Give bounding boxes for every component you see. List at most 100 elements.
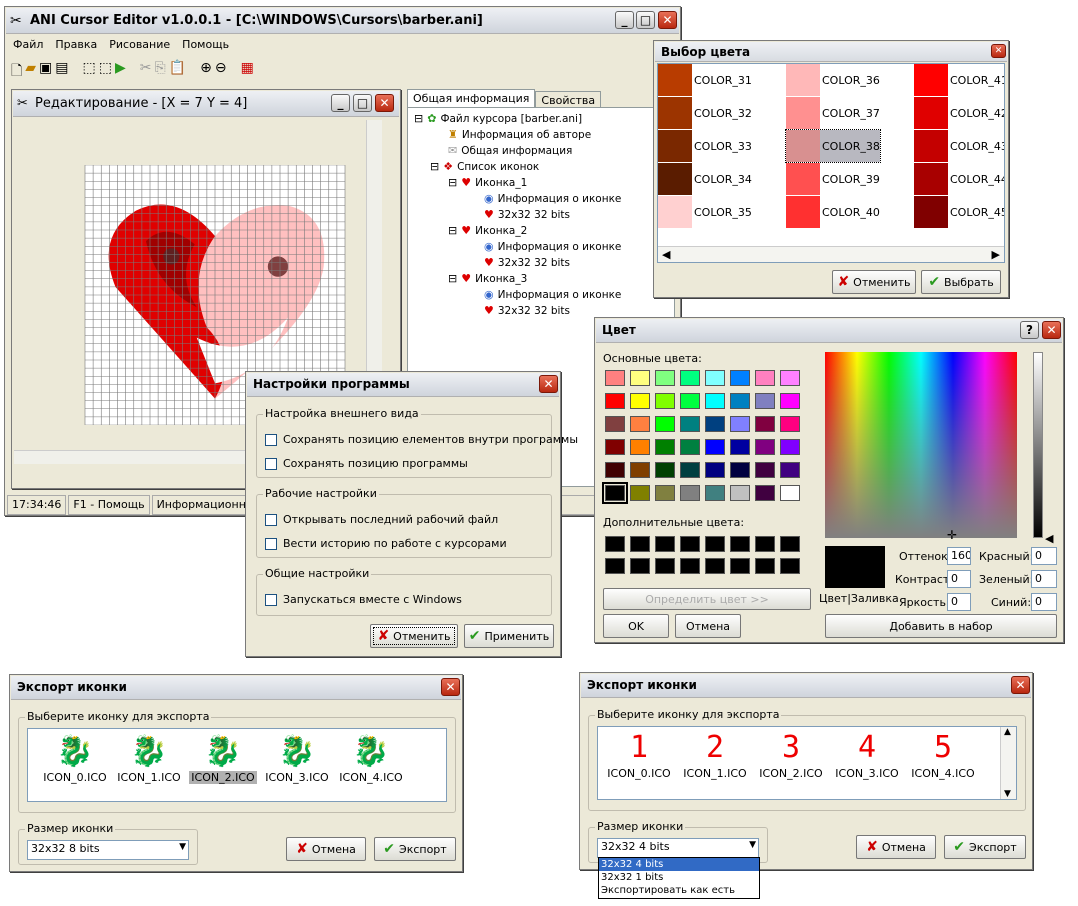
custom-color-swatch[interactable] bbox=[630, 536, 650, 552]
custom-color-swatch[interactable] bbox=[755, 558, 775, 574]
chevron-down-icon[interactable]: ▼ bbox=[179, 842, 186, 852]
basic-color-swatch[interactable] bbox=[705, 416, 725, 432]
custom-color-swatch[interactable] bbox=[755, 536, 775, 552]
export1-icon-3[interactable]: 🐉 ICON_3.ICO bbox=[260, 733, 334, 784]
green-input[interactable]: 0 bbox=[1031, 570, 1057, 588]
color-cell[interactable]: COLOR_31 bbox=[658, 64, 752, 96]
save-all-icon[interactable]: ▤ bbox=[55, 60, 68, 84]
edit-maximize-button[interactable]: □ bbox=[353, 94, 372, 112]
basic-color-swatch[interactable] bbox=[780, 393, 800, 409]
basic-color-swatch[interactable] bbox=[755, 416, 775, 432]
basic-color-swatch[interactable] bbox=[655, 393, 675, 409]
red-input[interactable]: 0 bbox=[1031, 547, 1057, 565]
custom-color-swatch[interactable] bbox=[705, 536, 725, 552]
custom-color-swatch[interactable] bbox=[780, 558, 800, 574]
color-titlebar[interactable]: Цвет ? ✕ bbox=[596, 319, 1062, 343]
export2-close-button[interactable]: ✕ bbox=[1011, 676, 1030, 694]
picker-titlebar[interactable]: Выбор цвета ✕ bbox=[655, 42, 1007, 62]
basic-color-swatch[interactable] bbox=[655, 416, 675, 432]
tree-root[interactable]: ⊟ ✿ Файл курсора [barber.ani] bbox=[414, 112, 582, 125]
new-file-icon[interactable]: 🗋 bbox=[11, 60, 22, 84]
basic-color-swatch[interactable] bbox=[630, 439, 650, 455]
tree-icon-2[interactable]: ⊟ ♥ Иконка_2 bbox=[448, 224, 527, 237]
checkbox-box[interactable] bbox=[265, 593, 277, 606]
lum-input[interactable]: 0 bbox=[947, 593, 971, 611]
basic-color-swatch[interactable] bbox=[680, 485, 700, 501]
settings-close-button[interactable]: ✕ bbox=[539, 375, 558, 393]
basic-color-swatch[interactable] bbox=[780, 485, 800, 501]
minimize-button[interactable]: _ bbox=[615, 11, 634, 29]
export2-icon-3[interactable]: 4 ICON_3.ICO bbox=[830, 729, 904, 780]
basic-color-swatch[interactable] bbox=[630, 416, 650, 432]
color-cell[interactable]: COLOR_45 bbox=[914, 196, 1004, 228]
basic-color-swatch[interactable] bbox=[730, 485, 750, 501]
export1-icon-0[interactable]: 🐉 ICON_0.ICO bbox=[38, 733, 112, 784]
basic-color-swatch[interactable] bbox=[655, 462, 675, 478]
basic-color-swatch[interactable] bbox=[730, 416, 750, 432]
export2-vscrollbar[interactable]: ▲ ▼ bbox=[1000, 727, 1016, 799]
custom-color-swatch[interactable] bbox=[705, 558, 725, 574]
zoom-in-icon[interactable]: ⊕ bbox=[200, 60, 212, 84]
settings-cancel-button[interactable]: ✘ Отменить bbox=[370, 624, 458, 648]
add-to-custom-button[interactable]: Добавить в набор bbox=[825, 614, 1057, 638]
save-elements-position-checkbox[interactable]: Сохранять позицию елементов внутри прогр… bbox=[265, 433, 578, 446]
picker-close-button[interactable]: ✕ bbox=[991, 44, 1006, 58]
dropdown-option-1bits[interactable]: 32x32 1 bits bbox=[599, 871, 759, 884]
basic-color-swatch[interactable] bbox=[755, 370, 775, 386]
color-cell[interactable]: COLOR_32 bbox=[658, 97, 752, 129]
tree-icon-1-info[interactable]: ◉ Информация о иконке bbox=[484, 192, 621, 205]
basic-color-swatch[interactable] bbox=[655, 370, 675, 386]
export1-cancel-button[interactable]: ✘ Отмена bbox=[286, 837, 366, 861]
tree-author[interactable]: ♜ Информация об авторе bbox=[448, 128, 591, 141]
tree-icon-3-bits[interactable]: ♥ 32x32 32 bits bbox=[484, 304, 570, 317]
collapse-icon[interactable]: ⊟ bbox=[448, 272, 457, 285]
paste-icon[interactable]: 📋 bbox=[169, 60, 186, 84]
custom-color-swatch[interactable] bbox=[655, 558, 675, 574]
menu-edit[interactable]: Правка bbox=[55, 38, 97, 51]
tree-icon-3-info[interactable]: ◉ Информация о иконке bbox=[484, 288, 621, 301]
dropdown-option-as-is[interactable]: Экспортировать как есть bbox=[599, 884, 759, 897]
tree-icon-1-bits[interactable]: ♥ 32x32 32 bits bbox=[484, 208, 570, 221]
basic-color-swatch[interactable] bbox=[780, 462, 800, 478]
basic-color-swatch[interactable] bbox=[630, 462, 650, 478]
settings-titlebar[interactable]: Настройки программы ✕ bbox=[247, 373, 559, 397]
open-last-file-checkbox[interactable]: Открывать последний рабочий файл bbox=[265, 513, 498, 526]
basic-color-swatch[interactable] bbox=[605, 370, 625, 386]
basic-color-swatch[interactable] bbox=[730, 462, 750, 478]
color-cell[interactable]: COLOR_43 bbox=[914, 130, 1004, 162]
color-cell[interactable]: COLOR_33 bbox=[658, 130, 752, 162]
blue-input[interactable]: 0 bbox=[1031, 593, 1057, 611]
sat-input[interactable]: 0 bbox=[947, 570, 971, 588]
export2-titlebar[interactable]: Экспорт иконки ✕ bbox=[581, 674, 1031, 698]
color-cell[interactable]: COLOR_41 bbox=[914, 64, 1004, 96]
help-button[interactable]: ? bbox=[1020, 321, 1039, 339]
basic-color-swatch[interactable] bbox=[630, 393, 650, 409]
dropdown-option-4bits[interactable]: 32x32 4 bits bbox=[599, 858, 759, 871]
basic-color-swatch[interactable] bbox=[755, 462, 775, 478]
tree-icon-1[interactable]: ⊟ ♥ Иконка_1 bbox=[448, 176, 527, 189]
insert-frame-icon[interactable]: ⬚ bbox=[83, 60, 96, 84]
menu-file[interactable]: Файл bbox=[13, 38, 43, 51]
menu-draw[interactable]: Рисование bbox=[109, 38, 170, 51]
hue-input[interactable]: 160 bbox=[947, 547, 971, 565]
basic-color-swatch[interactable] bbox=[605, 462, 625, 478]
export2-icon-1[interactable]: 2 ICON_1.ICO bbox=[678, 729, 752, 780]
export1-export-button[interactable]: ✔ Экспорт bbox=[374, 837, 456, 861]
tree-icon-2-info[interactable]: ◉ Информация о иконке bbox=[484, 240, 621, 253]
export1-close-button[interactable]: ✕ bbox=[441, 678, 460, 696]
export2-cancel-button[interactable]: ✘ Отмена bbox=[856, 835, 936, 859]
basic-color-swatch[interactable] bbox=[680, 462, 700, 478]
custom-color-swatch[interactable] bbox=[655, 536, 675, 552]
custom-color-swatch[interactable] bbox=[780, 536, 800, 552]
color-cell[interactable]: COLOR_44 bbox=[914, 163, 1004, 195]
picker-cancel-button[interactable]: ✘ Отменить bbox=[832, 270, 916, 294]
basic-color-swatch[interactable] bbox=[630, 485, 650, 501]
menu-help[interactable]: Помощь bbox=[182, 38, 229, 51]
basic-color-swatch[interactable] bbox=[705, 370, 725, 386]
scroll-up-icon[interactable]: ▲ bbox=[1004, 727, 1011, 737]
export1-icon-1[interactable]: 🐉 ICON_1.ICO bbox=[112, 733, 186, 784]
main-titlebar[interactable]: ✂ ANI Cursor Editor v1.0.0.1 - [C:\WINDO… bbox=[6, 8, 679, 34]
custom-color-swatch[interactable] bbox=[680, 536, 700, 552]
color-cell[interactable]: COLOR_42 bbox=[914, 97, 1004, 129]
export1-titlebar[interactable]: Экспорт иконки ✕ bbox=[11, 676, 461, 700]
